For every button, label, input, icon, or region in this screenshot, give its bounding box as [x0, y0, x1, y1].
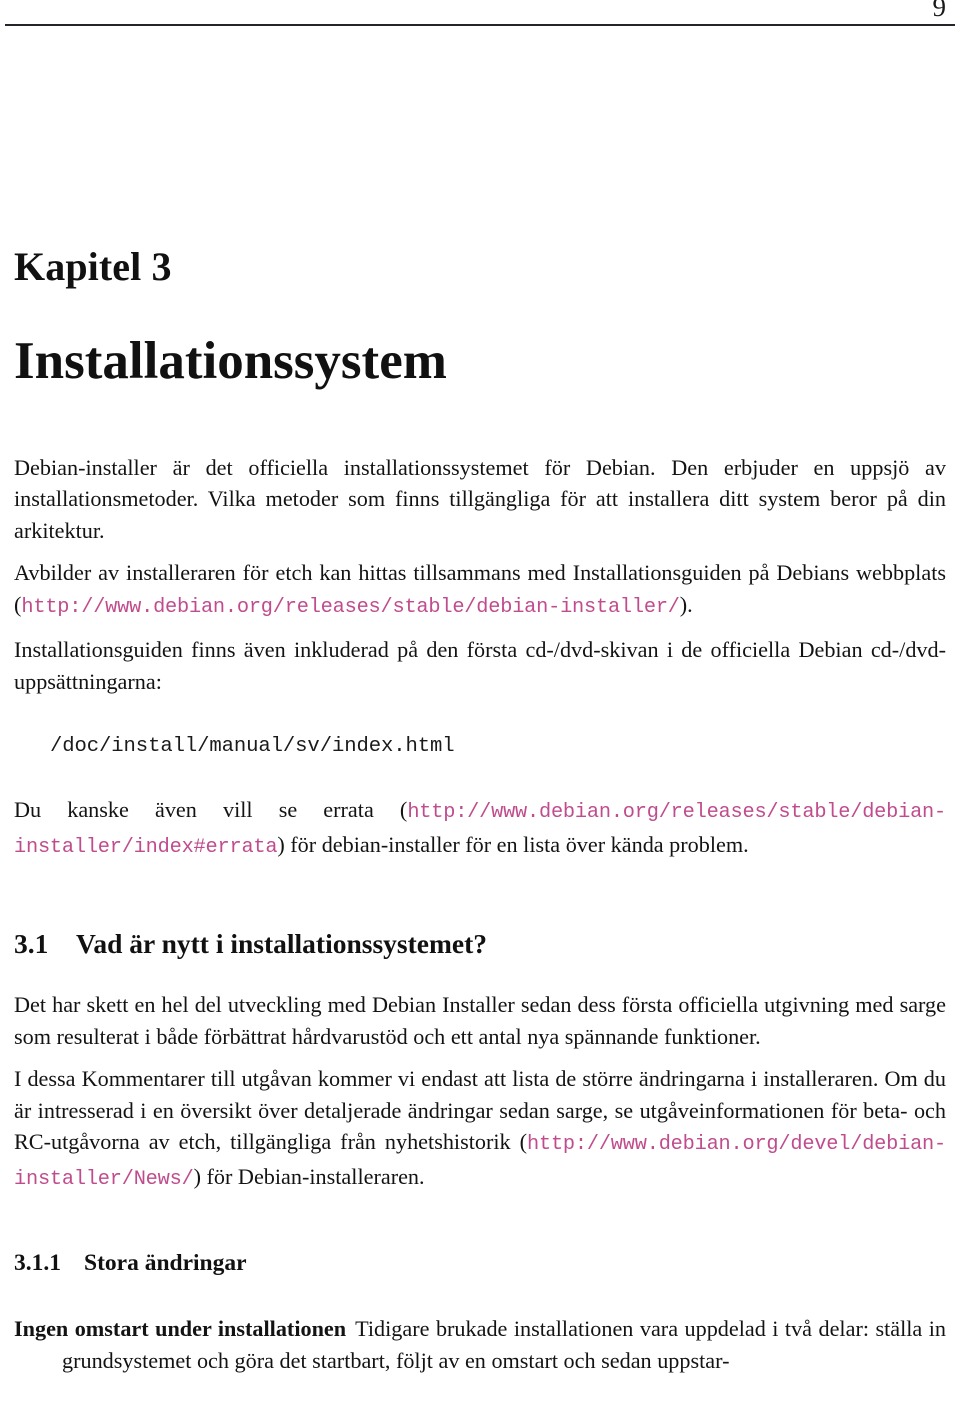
chapter-title: Installationssystem — [14, 332, 447, 390]
subsection-number: 3.1.1 — [14, 1250, 61, 1277]
section-heading-3-1: 3.1 Vad är nytt i installationssystemet? — [14, 863, 946, 959]
section-title: Vad är nytt i installationssystemet? — [76, 928, 487, 960]
section-paragraph-2-text-after: ) för Debian-installeraren. — [193, 1163, 425, 1189]
subsection-heading-3-1-1: 3.1.1 Stora ändringar — [14, 1195, 946, 1277]
intro-paragraph-1: Debian-installer är det officiella insta… — [14, 454, 946, 543]
section-number: 3.1 — [14, 928, 49, 960]
intro-paragraph-2-text-after: ). — [679, 591, 693, 617]
intro-paragraph-2: Avbilder av installeraren för etch kan h… — [14, 546, 946, 623]
section-paragraph-1: Det har skett en hel del utveckling med … — [14, 992, 946, 1049]
change-item-no-reboot: Ingen omstart under installationen Tidiga… — [14, 1277, 946, 1376]
manual-path-prefix: /doc/install/manual/ — [50, 735, 296, 759]
manual-path-suffix: /index.html — [319, 735, 455, 759]
intro-paragraph-4: Du kanske även vill se errata (http://ww… — [14, 758, 946, 863]
section-paragraph-2: I dessa Kommentarer till utgåvan kommer … — [14, 1052, 946, 1195]
debian-installer-url[interactable]: http://www.debian.org/releases/stable/de… — [21, 596, 680, 619]
document-page: 9 Kapitel 3 Installationssystem Debian-i… — [0, 0, 960, 1402]
manual-path-language: sv — [295, 735, 320, 759]
intro-paragraph-3: Installationsguiden finns även inkludera… — [14, 637, 946, 694]
page-content: Kapitel 3 Installationssystem Debian-ins… — [14, 0, 946, 1376]
subsection-title: Stora ändringar — [84, 1250, 247, 1277]
chapter-number: Kapitel 3 — [14, 244, 172, 289]
change-item-lead: Ingen omstart under installationen — [14, 1316, 347, 1342]
intro-paragraph-4-text-after: ) för debian-installer för en lista över… — [277, 831, 749, 857]
manual-path-code: /doc/install/manual/sv/index.html — [14, 697, 946, 758]
intro-paragraph-4-text-before: Du kanske även vill se errata ( — [14, 797, 408, 823]
